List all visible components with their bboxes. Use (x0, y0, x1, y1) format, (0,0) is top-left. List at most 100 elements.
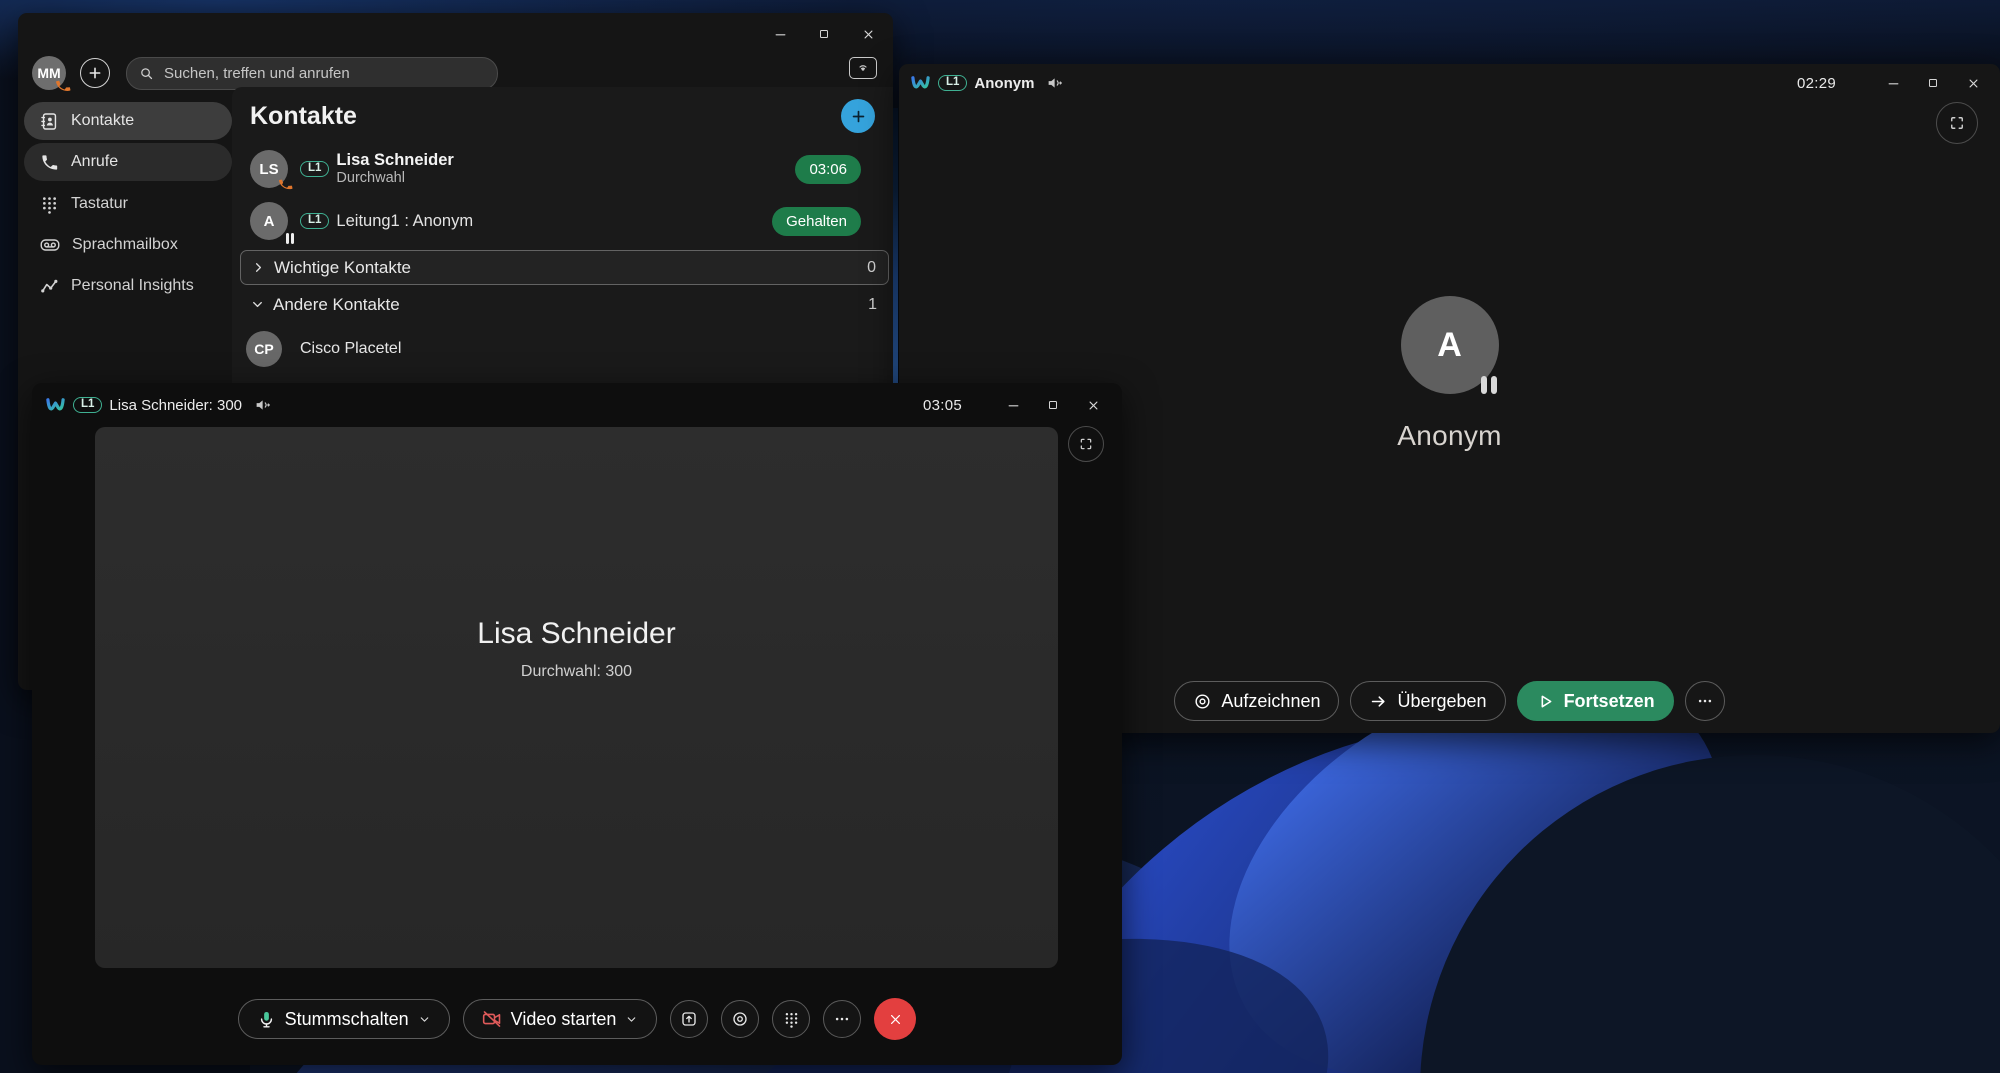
resume-label: Fortsetzen (1563, 690, 1655, 711)
participant-name: Anonym (1397, 420, 1502, 451)
arrow-right-icon (1369, 692, 1388, 711)
keypad-icon (40, 194, 59, 215)
sidebar-item-sprachmailbox[interactable]: Sprachmailbox (24, 225, 232, 265)
search-input[interactable] (162, 63, 485, 83)
new-action-button[interactable] (80, 58, 110, 88)
phone-icon (40, 153, 59, 172)
mute-label: Stummschalten (284, 1008, 409, 1029)
more-options-button[interactable] (1684, 681, 1725, 721)
held-call-row-anonym[interactable]: A L1 Leitung1 : Anonym Gehalten (232, 195, 893, 247)
contact-name: Leitung1 : Anonym (336, 211, 474, 230)
close-button[interactable] (853, 21, 883, 47)
group-wichtige-kontakte[interactable]: Wichtige Kontakte 0 (240, 250, 889, 285)
resume-button[interactable]: Fortsetzen (1516, 681, 1674, 721)
record-icon (1193, 692, 1212, 711)
sidebar: Kontakte Anrufe Tastatur Sprachmailbox P… (24, 102, 232, 307)
transfer-button[interactable]: Übergeben (1350, 681, 1506, 721)
sidebar-item-anrufe[interactable]: Anrufe (24, 143, 232, 181)
more-options-button[interactable] (823, 1000, 862, 1038)
search-bar[interactable] (126, 56, 498, 90)
minimize-button[interactable] (765, 21, 795, 47)
group-label: Andere Kontakte (273, 294, 400, 314)
voicemail-icon (40, 235, 60, 255)
call-held-badge: Gehalten (772, 206, 861, 236)
search-icon (139, 66, 154, 81)
line-badge: L1 (300, 160, 330, 178)
window-title: Anonym (974, 74, 1035, 92)
active-call-row-lisa[interactable]: LS L1 Lisa Schneider Durchwahl 03:06 (232, 143, 893, 195)
chevron-down-icon[interactable] (418, 1013, 431, 1026)
end-call-button[interactable] (874, 998, 917, 1040)
play-icon (1536, 692, 1555, 711)
call-duration-badge: 03:06 (795, 154, 861, 184)
avatar-initials: LS (259, 160, 279, 178)
active-call-window: L1 Lisa Schneider: 300 03:05 Lisa Schnei… (32, 383, 1122, 1065)
record-button[interactable] (721, 1000, 760, 1038)
keypad-button[interactable] (772, 1000, 811, 1038)
close-button[interactable] (1078, 392, 1108, 418)
sidebar-item-label: Kontakte (71, 112, 135, 129)
record-button[interactable]: Aufzeichnen (1174, 681, 1340, 721)
maximize-button[interactable] (809, 21, 839, 47)
on-call-phone-icon (277, 176, 295, 194)
main-window-controls (765, 21, 883, 47)
call-timer: 02:29 (1796, 74, 1836, 92)
speaker-icon[interactable] (1046, 74, 1064, 92)
chevron-down-icon[interactable] (625, 1013, 638, 1026)
participant-subtitle: Durchwahl: 300 (520, 663, 633, 680)
window-title: Lisa Schneider: 300 (109, 396, 243, 414)
chevron-right-icon (251, 260, 266, 275)
contact-row-cisco-placetel[interactable]: CP Cisco Placetel (232, 325, 893, 373)
video-off-icon (482, 1009, 502, 1029)
avatar-initials: A (263, 212, 275, 230)
maximize-button[interactable] (1038, 392, 1068, 418)
avatar: A (250, 202, 294, 244)
expand-view-button[interactable] (1936, 102, 1978, 144)
line-badge: L1 (300, 212, 330, 230)
expand-view-button[interactable] (1068, 426, 1104, 462)
add-contact-button[interactable] (841, 99, 875, 133)
pause-icon (1480, 376, 1497, 394)
participant-avatar: A (1400, 296, 1499, 394)
avatar-initial: A (1437, 325, 1462, 364)
sidebar-item-label: Sprachmailbox (72, 236, 178, 253)
user-avatar[interactable]: MM (32, 56, 66, 90)
maximize-button[interactable] (1918, 70, 1948, 96)
minimize-button[interactable] (998, 392, 1028, 418)
group-count: 1 (868, 295, 877, 313)
avatar: CP (246, 331, 282, 367)
call-titlebar: L1 Lisa Schneider: 300 03:05 (32, 383, 1122, 427)
mute-button[interactable]: Stummschalten (237, 999, 450, 1039)
sidebar-item-personal-insights[interactable]: Personal Insights (24, 266, 232, 306)
start-video-label: Video starten (510, 1008, 617, 1029)
call-timer: 03:05 (922, 396, 962, 414)
page-title: Kontakte (250, 101, 357, 130)
webex-logo-icon (46, 396, 65, 415)
contacts-icon (40, 112, 59, 131)
sidebar-item-label: Tastatur (71, 195, 128, 212)
microphone-icon (257, 1010, 276, 1029)
sidebar-item-label: Anrufe (71, 153, 119, 170)
avatar-initials: CP (254, 341, 274, 357)
wallpaper-gap-streak (893, 108, 898, 383)
record-label: Aufzeichnen (1221, 690, 1321, 711)
minimize-button[interactable] (1878, 70, 1908, 96)
group-label: Wichtige Kontakte (274, 257, 412, 277)
group-andere-kontakte[interactable]: Andere Kontakte 1 (240, 288, 889, 321)
insights-icon (40, 277, 59, 296)
line-badge: L1 (73, 396, 103, 414)
call-controls: Stummschalten Video starten (32, 998, 1122, 1040)
avatar: LS (250, 150, 288, 188)
sidebar-item-tastatur[interactable]: Tastatur (24, 184, 232, 224)
close-button[interactable] (1958, 70, 1988, 96)
sidebar-item-kontakte[interactable]: Kontakte (24, 102, 232, 140)
pause-icon (285, 233, 294, 244)
participant-name: Lisa Schneider (477, 617, 676, 650)
remote-titlebar: L1 Anonym 02:29 (899, 64, 2000, 102)
share-screen-button[interactable] (670, 1000, 709, 1038)
sidebar-item-label: Personal Insights (71, 277, 194, 294)
speaker-icon[interactable] (254, 396, 272, 414)
connect-to-device-button[interactable] (849, 57, 877, 79)
start-video-button[interactable]: Video starten (462, 999, 658, 1039)
line-badge: L1 (938, 74, 968, 92)
